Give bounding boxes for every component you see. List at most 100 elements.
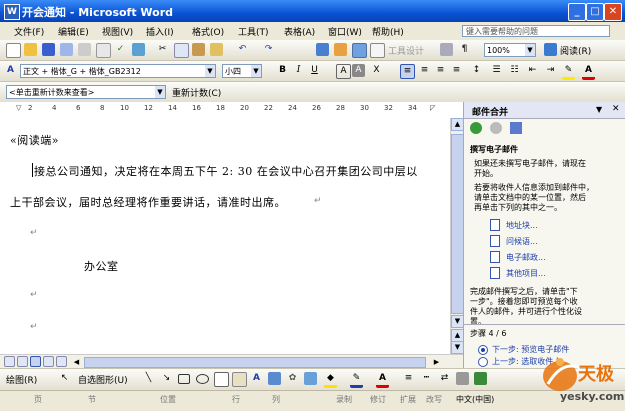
menu-insert[interactable]: 插入(I): [146, 25, 174, 38]
print-preview-icon[interactable]: [96, 43, 111, 58]
draw-font-color-icon[interactable]: A: [376, 372, 389, 388]
bullets-icon[interactable]: ☷: [508, 64, 521, 77]
show-hide-icon[interactable]: ¶: [458, 43, 471, 56]
status-extend[interactable]: 扩展: [400, 394, 416, 405]
undo-icon[interactable]: ↶: [236, 43, 249, 56]
tool-design-label[interactable]: 工具设计: [388, 44, 424, 57]
task-pane-menu-icon[interactable]: ▼: [596, 105, 602, 114]
web-view-icon[interactable]: [17, 356, 28, 367]
greeting-line-link[interactable]: 问候语...: [506, 236, 538, 247]
select-objects-icon[interactable]: ↖: [58, 372, 71, 385]
menu-file[interactable]: 文件(F): [14, 25, 44, 38]
redo-icon[interactable]: ↷: [262, 43, 275, 56]
status-track[interactable]: 修订: [370, 394, 386, 405]
char-scale-icon[interactable]: X: [370, 64, 383, 77]
3d-style-icon[interactable]: [474, 372, 487, 385]
font-size-select[interactable]: 小四 ▼: [222, 64, 262, 78]
close-button[interactable]: ✕: [604, 3, 622, 21]
more-items-link[interactable]: 其他项目...: [506, 268, 546, 279]
electronic-postage-link[interactable]: 电子邮政...: [506, 252, 546, 263]
horizontal-scrollbar[interactable]: ◀ ▶: [0, 354, 463, 369]
styles-formatting-icon[interactable]: A: [4, 64, 17, 77]
picture-icon[interactable]: [304, 372, 317, 385]
word-count-select[interactable]: <单击重新计数来查看> ▼: [6, 85, 166, 99]
forward-icon[interactable]: [490, 122, 502, 134]
copy-icon[interactable]: [174, 43, 189, 58]
help-search-input[interactable]: 键入需要帮助的问题: [462, 25, 610, 37]
menu-format[interactable]: 格式(O): [192, 25, 224, 38]
print-icon[interactable]: [78, 43, 91, 56]
underline-icon[interactable]: U: [308, 64, 321, 77]
arrow-style-icon[interactable]: ⇄: [438, 372, 451, 385]
document-map-icon[interactable]: [440, 43, 453, 56]
minimize-button[interactable]: _: [568, 3, 586, 21]
bold-icon[interactable]: B: [276, 64, 289, 77]
document-page[interactable]: «阅读端» 接总公司通知，决定将在本周五下午 2: 30 在会议中心召开集团公司…: [0, 118, 450, 354]
cut-icon[interactable]: ✂: [156, 43, 169, 56]
align-justify-icon[interactable]: ≡: [400, 64, 415, 79]
menu-table[interactable]: 表格(A): [284, 25, 315, 38]
recount-button[interactable]: 重新计数(C): [172, 86, 221, 99]
address-block-link[interactable]: 地址块...: [506, 220, 538, 231]
increase-indent-icon[interactable]: ⇥: [544, 64, 557, 77]
save-icon[interactable]: [42, 43, 55, 56]
home-icon[interactable]: [510, 122, 522, 134]
shadow-style-icon[interactable]: [456, 372, 469, 385]
textbox-icon[interactable]: [214, 372, 229, 387]
decrease-indent-icon[interactable]: ⇤: [526, 64, 539, 77]
reading-view-icon[interactable]: [56, 356, 67, 367]
rectangle-icon[interactable]: [178, 374, 190, 384]
zoom-select[interactable]: 100% ▼: [484, 43, 536, 57]
back-icon[interactable]: [470, 122, 482, 134]
oval-icon[interactable]: [196, 374, 209, 384]
research-icon[interactable]: [132, 43, 145, 56]
clipart-icon[interactable]: ✿: [286, 372, 299, 385]
draw-menu-button[interactable]: 绘图(R): [6, 373, 37, 386]
arrow-icon[interactable]: ↘: [160, 372, 173, 385]
char-shading-icon[interactable]: A: [352, 64, 365, 77]
hscroll-thumb[interactable]: [84, 357, 426, 368]
autoshapes-button[interactable]: 自选图形(U): [78, 373, 128, 386]
line-color-icon[interactable]: ✎: [350, 372, 363, 388]
status-overtype[interactable]: 改写: [426, 394, 442, 405]
distributed-icon[interactable]: ≡: [450, 64, 463, 77]
read-mode-icon[interactable]: [544, 43, 557, 56]
italic-icon[interactable]: I: [292, 64, 305, 77]
char-border-icon[interactable]: A: [336, 64, 351, 79]
style-select[interactable]: 正文 + 楷体_G + 楷体_GB2312 ▼: [20, 64, 216, 78]
diagram-icon[interactable]: [268, 372, 281, 385]
word-app-icon[interactable]: W: [4, 4, 20, 20]
menu-tools[interactable]: 工具(T): [238, 25, 269, 38]
new-document-icon[interactable]: [6, 43, 21, 58]
read-mode-button[interactable]: 阅读(R): [560, 44, 591, 57]
print-view-icon[interactable]: [30, 356, 41, 367]
status-record[interactable]: 录制: [336, 394, 352, 405]
vertical-scrollbar[interactable]: ▲ ▼ ▲ ▼: [450, 118, 464, 354]
font-color-icon[interactable]: A: [582, 64, 595, 80]
line-style-icon[interactable]: ≡: [402, 372, 415, 385]
normal-view-icon[interactable]: [4, 356, 15, 367]
format-painter-icon[interactable]: [210, 43, 223, 56]
vertical-textbox-icon[interactable]: [232, 372, 247, 387]
outline-view-icon[interactable]: [43, 356, 54, 367]
maximize-button[interactable]: □: [586, 3, 604, 21]
highlight-icon[interactable]: ✎: [562, 64, 575, 80]
line-icon[interactable]: ╲: [142, 372, 155, 385]
hyperlink-icon[interactable]: [316, 43, 329, 56]
dash-style-icon[interactable]: ┅: [420, 372, 433, 385]
menu-help[interactable]: 帮助(H): [372, 25, 404, 38]
permission-icon[interactable]: [60, 43, 73, 56]
paste-icon[interactable]: [192, 43, 205, 56]
tables-borders-icon[interactable]: [334, 43, 347, 56]
task-pane-close-icon[interactable]: ✕: [612, 104, 620, 114]
menu-edit[interactable]: 编辑(E): [58, 25, 89, 38]
insert-table-icon[interactable]: [352, 43, 367, 58]
horizontal-ruler[interactable]: ▽ 2 4 6 8 10 12 14 16 18 20 22 24 26 28 …: [0, 102, 463, 119]
insert-excel-icon[interactable]: [370, 43, 385, 58]
spelling-icon[interactable]: ✓: [114, 43, 127, 56]
wordart-icon[interactable]: A: [250, 372, 263, 385]
open-folder-icon[interactable]: [24, 43, 37, 56]
menu-window[interactable]: 窗口(W): [328, 25, 362, 38]
align-right-icon[interactable]: ≡: [434, 64, 447, 77]
numbering-icon[interactable]: ☰: [490, 64, 503, 77]
